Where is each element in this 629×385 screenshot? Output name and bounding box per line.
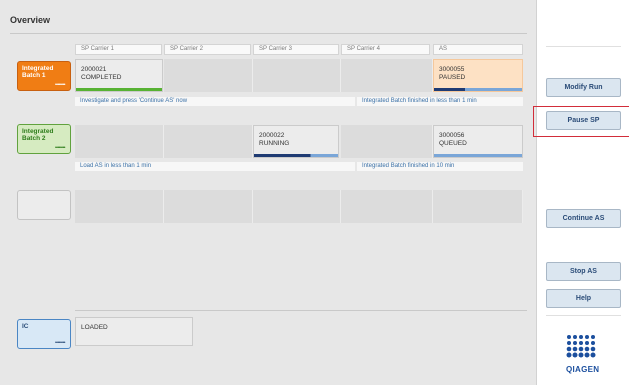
batch-1-info-right: Integrated Batch finished in less than 1… bbox=[357, 97, 523, 106]
integrated-batch-1-button[interactable]: Integrated Batch 1 •••••••• bbox=[17, 61, 71, 91]
help-button[interactable]: Help bbox=[546, 289, 621, 308]
title-divider bbox=[10, 33, 527, 34]
batch-2-info-right: Integrated Batch finished in 10 min bbox=[357, 162, 523, 171]
ic-status-cell: LOADED bbox=[75, 317, 193, 346]
batch-1-carrier-1-progress-bar bbox=[76, 88, 162, 91]
column-header-sp-carrier-1: SP Carrier 1 bbox=[75, 44, 162, 55]
empty-slot-cell-1 bbox=[75, 190, 164, 223]
batch-1-sp-carrier-4-cell bbox=[341, 59, 433, 92]
batch-2-as-cell[interactable]: 3000056 QUEUED bbox=[433, 125, 523, 158]
ic-barcode-dots: •••••••• bbox=[54, 340, 66, 346]
ic-divider bbox=[75, 310, 527, 311]
batch-1-sp-carrier-1-cell[interactable]: 2000021 COMPLETED bbox=[75, 59, 163, 92]
action-panel-divider-top bbox=[546, 46, 621, 47]
batch-2-info-left: Load AS in less than 1 min bbox=[75, 162, 355, 171]
empty-slot-cell-as bbox=[433, 190, 523, 223]
empty-slot-cell-4 bbox=[341, 190, 433, 223]
ic-button[interactable]: IC •••••••• bbox=[17, 319, 71, 349]
qiagen-logo-text: QIAGEN bbox=[566, 365, 600, 374]
column-header-sp-carrier-3: SP Carrier 3 bbox=[253, 44, 339, 55]
batch-1-as-id: 3000055 bbox=[439, 66, 465, 73]
batch-1-info-left: Investigate and press 'Continue AS' now bbox=[75, 97, 355, 106]
action-panel bbox=[537, 0, 629, 385]
continue-as-button[interactable]: Continue AS bbox=[546, 209, 621, 228]
column-header-as: AS bbox=[433, 44, 523, 55]
batch-2-barcode-dots: •••••••• bbox=[54, 145, 66, 151]
empty-batch-slot-button[interactable] bbox=[17, 190, 71, 220]
ic-label: IC bbox=[22, 323, 29, 330]
empty-slot-cell-3 bbox=[253, 190, 341, 223]
batch-2-as-id: 3000056 bbox=[439, 132, 465, 139]
column-header-sp-carrier-4: SP Carrier 4 bbox=[341, 44, 430, 55]
batch-1-as-cell[interactable]: 3000055 PAUSED bbox=[433, 59, 523, 92]
batch-2-carrier-3-progress-bar bbox=[254, 154, 338, 157]
empty-slot-cell-2 bbox=[164, 190, 253, 223]
batch-2-name-line1: Integrated bbox=[22, 128, 54, 135]
column-header-sp-carrier-2: SP Carrier 2 bbox=[164, 44, 251, 55]
batch-2-sp-carrier-2-cell bbox=[164, 125, 253, 158]
modify-run-button[interactable]: Modify Run bbox=[546, 78, 621, 97]
batch-2-as-progress-bar bbox=[434, 154, 522, 157]
batch-2-sp-carrier-4-cell bbox=[341, 125, 433, 158]
batch-1-name-line1: Integrated bbox=[22, 65, 54, 72]
qiagen-logo: QIAGEN bbox=[563, 333, 603, 374]
overview-panel: Overview SP Carrier 1 SP Carrier 2 SP Ca… bbox=[0, 0, 537, 385]
batch-2-carrier-3-id: 2000022 bbox=[259, 132, 285, 139]
batch-2-as-status: QUEUED bbox=[439, 140, 467, 147]
batch-1-barcode-dots: •••••••• bbox=[54, 82, 66, 88]
stop-as-button[interactable]: Stop AS bbox=[546, 262, 621, 281]
page-title: Overview bbox=[10, 15, 51, 25]
batch-1-as-progress-bar bbox=[434, 88, 522, 91]
batch-2-name-line2: Batch 2 bbox=[22, 135, 46, 142]
batch-1-carrier-1-status: COMPLETED bbox=[81, 74, 122, 81]
batch-2-sp-carrier-3-cell[interactable]: 2000022 RUNNING bbox=[253, 125, 339, 158]
highlight-callout bbox=[533, 106, 629, 137]
batch-2-sp-carrier-1-cell bbox=[75, 125, 164, 158]
batch-1-as-status: PAUSED bbox=[439, 74, 466, 81]
ic-status: LOADED bbox=[81, 324, 108, 331]
batch-2-carrier-3-status: RUNNING bbox=[259, 140, 290, 147]
action-panel-divider-bottom bbox=[546, 315, 621, 316]
batch-1-sp-carrier-2-cell bbox=[164, 59, 253, 92]
integrated-batch-2-button[interactable]: Integrated Batch 2 •••••••• bbox=[17, 124, 71, 154]
batch-1-sp-carrier-3-cell bbox=[253, 59, 341, 92]
qiagen-logo-dots-icon bbox=[566, 335, 596, 358]
batch-1-carrier-1-id: 2000021 bbox=[81, 66, 107, 73]
batch-1-name-line2: Batch 1 bbox=[22, 72, 46, 79]
